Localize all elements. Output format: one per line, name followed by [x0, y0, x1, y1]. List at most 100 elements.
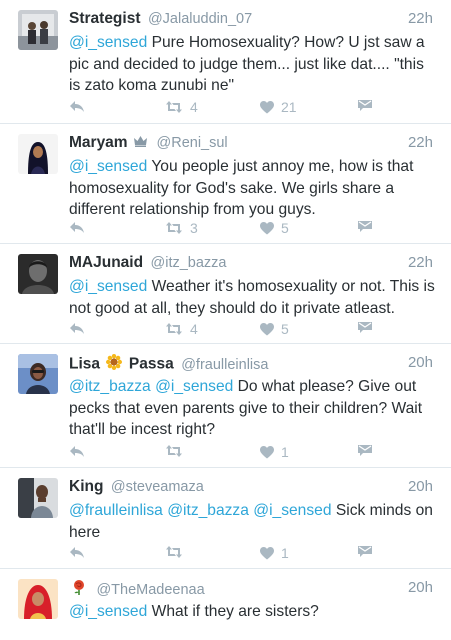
direct-message-button[interactable] [358, 321, 372, 333]
display-name[interactable]: Maryam [69, 134, 128, 151]
timestamp: 22h [407, 10, 433, 27]
retweet-button[interactable]: 4 [165, 321, 198, 337]
direct-message-button[interactable] [358, 220, 372, 232]
display-name[interactable]: King [69, 478, 103, 495]
like-button[interactable]: 21 [260, 99, 297, 115]
retweet-button[interactable] [165, 545, 190, 559]
retweet-icon [166, 546, 182, 558]
tweet-actions: 3 5 [69, 220, 437, 238]
reply-button[interactable] [69, 545, 85, 559]
like-button[interactable]: 1 [260, 444, 289, 460]
reply-icon [70, 222, 84, 233]
like-button[interactable]: 1 [260, 545, 289, 561]
tweet-header: Maryam @Reni_sul 22h [69, 134, 433, 156]
tweet-text: @i_sensed Weather it's homosexuality or … [69, 276, 437, 319]
envelope-icon [358, 221, 372, 232]
heart-icon [260, 445, 274, 458]
reply-button[interactable] [69, 444, 85, 458]
mention-link[interactable]: @i_sensed [69, 278, 147, 295]
timestamp: 20h [407, 579, 433, 596]
like-button[interactable]: 5 [260, 220, 289, 236]
tweet-actions: 4 5 [69, 321, 437, 339]
display-name[interactable]: Lisa [69, 356, 100, 373]
tweet-majunaid[interactable]: MAJunaid @itz_bazza 22h @i_sensed Weathe… [0, 244, 451, 344]
tweet-maryam[interactable]: Maryam @Reni_sul 22h @i_sensed You peopl… [0, 124, 451, 244]
display-name-second[interactable]: Passa [129, 356, 174, 373]
tweet-text: @itz_bazza @i_sensed Do what please? Giv… [69, 376, 437, 441]
mention-link[interactable]: @i_sensed [69, 158, 147, 175]
tweet-themadeenaa[interactable]: @TheMadeenaa 20h @i_sensed What if they … [0, 569, 451, 640]
crown-icon [134, 134, 148, 152]
tweet-header: Lisa Passa @fraulleinlisa 20h [69, 354, 433, 376]
reply-icon [70, 101, 84, 112]
direct-message-button[interactable] [358, 99, 372, 111]
envelope-icon [358, 445, 372, 456]
mention-link[interactable]: @i_sensed [253, 502, 331, 519]
heart-icon [260, 322, 274, 335]
tweet-actions: 4 21 [69, 99, 437, 117]
retweet-button[interactable]: 4 [165, 99, 198, 115]
reply-button[interactable] [69, 220, 85, 234]
heart-icon [260, 221, 274, 234]
avatar[interactable] [18, 354, 58, 394]
like-count: 1 [281, 444, 289, 460]
retweet-icon [166, 222, 182, 234]
envelope-icon [358, 100, 372, 111]
reply-icon [70, 446, 84, 457]
envelope-icon [358, 546, 372, 557]
direct-message-button[interactable] [358, 444, 372, 456]
username[interactable]: @steveamaza [111, 479, 204, 495]
tweet-text: @fraulleinlisa @itz_bazza @i_sensed Sick… [69, 500, 437, 543]
tweet-header: MAJunaid @itz_bazza 22h [69, 254, 433, 276]
reply-icon [70, 323, 84, 334]
avatar[interactable] [18, 134, 58, 174]
tweet-header: @TheMadeenaa 20h [69, 579, 433, 601]
envelope-icon [358, 322, 372, 333]
mention-link[interactable]: @i_sensed [69, 603, 147, 620]
mention-link[interactable]: @fraulleinlisa [69, 502, 163, 519]
retweet-button[interactable] [165, 444, 190, 458]
direct-message-button[interactable] [358, 545, 372, 557]
rose-icon [71, 579, 87, 600]
username[interactable]: @TheMadeenaa [96, 582, 204, 598]
reply-button[interactable] [69, 99, 85, 113]
like-count: 5 [281, 220, 289, 236]
like-button[interactable]: 5 [260, 321, 289, 337]
retweet-button[interactable]: 3 [165, 220, 198, 236]
retweet-icon [166, 445, 182, 457]
timestamp: 20h [407, 478, 433, 495]
timestamp: 22h [407, 134, 433, 151]
retweet-count: 3 [190, 220, 198, 236]
heart-icon [260, 546, 274, 559]
tweet-king[interactable]: King @steveamaza 20h @fraulleinlisa @itz… [0, 468, 451, 569]
reply-button[interactable] [69, 321, 85, 335]
retweet-icon [166, 101, 182, 113]
avatar[interactable] [18, 254, 58, 294]
tweet-strategist[interactable]: Strategist @Jalaluddin_07 22h @i_sensed … [0, 0, 451, 124]
avatar[interactable] [18, 10, 58, 50]
tweet-header: King @steveamaza 20h [69, 478, 433, 500]
tweet-actions: 1 [69, 444, 437, 462]
like-count: 5 [281, 321, 289, 337]
username[interactable]: @itz_bazza [151, 255, 227, 271]
heart-icon [260, 100, 274, 113]
username[interactable]: @Reni_sul [157, 135, 228, 151]
retweet-count: 4 [190, 321, 198, 337]
tweet-text: @i_sensed You people just annoy me, how … [69, 156, 437, 221]
username[interactable]: @Jalaluddin_07 [148, 11, 252, 27]
tweet-lisa-passa[interactable]: Lisa Passa @fraulleinlisa 20h @itz_bazza… [0, 344, 451, 468]
display-name[interactable]: MAJunaid [69, 254, 143, 271]
mention-link[interactable]: @itz_bazza [167, 502, 249, 519]
retweet-icon [166, 323, 182, 335]
avatar[interactable] [18, 478, 58, 518]
tweet-text: @i_sensed What if they are sisters? [69, 601, 437, 623]
avatar[interactable] [18, 579, 58, 619]
retweet-count: 4 [190, 99, 198, 115]
mention-link[interactable]: @i_sensed [69, 34, 147, 51]
username[interactable]: @fraulleinlisa [181, 357, 268, 373]
mention-link[interactable]: @itz_bazza [69, 378, 151, 395]
reply-icon [70, 547, 84, 558]
mention-link[interactable]: @i_sensed [155, 378, 233, 395]
display-name[interactable]: Strategist [69, 10, 141, 27]
tweet-text-content: What if they are sisters? [147, 603, 319, 620]
